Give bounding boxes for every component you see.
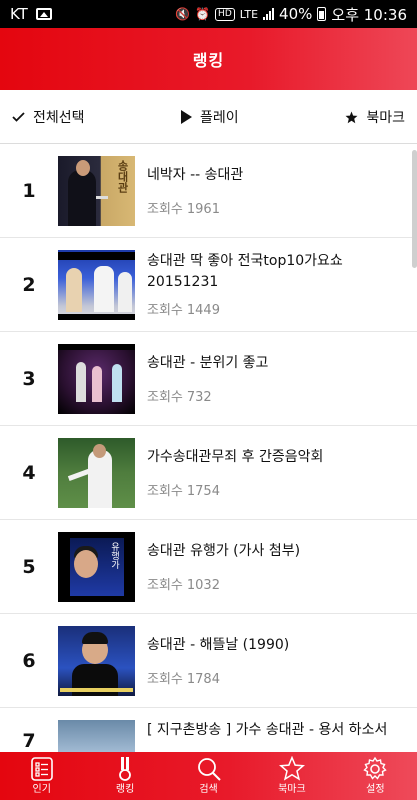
play-button[interactable]: 플레이 <box>180 107 239 127</box>
video-title: 송대관 - 분위기 좋고 <box>147 354 269 371</box>
list-item[interactable]: 7 [ 지구촌방송 ] 가수 송대관 - 용서 하소서 <box>0 708 417 752</box>
medal-icon <box>119 757 132 781</box>
battery-percent: 40% <box>279 5 313 23</box>
video-thumbnail <box>58 437 135 508</box>
rank-number: 3 <box>22 367 36 390</box>
battery-icon <box>317 7 327 21</box>
view-count: 조회수 1449 <box>147 303 220 318</box>
hd-voice-icon: HD <box>215 7 235 21</box>
rank-number: 7 <box>22 730 36 752</box>
nav-popular[interactable]: 인기 <box>0 752 83 800</box>
carrier-label: KT <box>10 5 28 23</box>
star-outline-icon <box>278 756 305 781</box>
rank-number: 4 <box>22 461 36 484</box>
nav-settings[interactable]: 설정 <box>334 752 417 800</box>
video-title: 송대관 - 해뜰날 (1990) <box>147 636 290 653</box>
video-thumbnail: 유행가 <box>58 531 135 602</box>
bottom-navigation: 인기 랭킹 검색 북마크 설정 <box>0 752 417 800</box>
nav-bookmark[interactable]: 북마크 <box>250 752 333 800</box>
nav-ranking-label: 랭킹 <box>115 784 135 795</box>
nav-settings-label: 설정 <box>366 784 385 795</box>
list-item[interactable]: 1 송대관 네박자 -- 송대관 조회수 1961 <box>0 144 417 238</box>
nav-popular-label: 인기 <box>32 784 51 795</box>
nav-search-label: 검색 <box>199 784 218 795</box>
select-all-label: 전체선택 <box>33 110 85 126</box>
signal-icon <box>263 8 275 20</box>
star-icon <box>345 111 358 123</box>
rank-number: 5 <box>22 555 36 578</box>
video-thumbnail: 송대관 <box>58 155 135 226</box>
video-title: 송대관 유행가 (가사 첨부) <box>147 542 301 559</box>
view-count: 조회수 1754 <box>147 483 220 499</box>
nav-ranking[interactable]: 랭킹 <box>83 752 166 800</box>
rank-number: 6 <box>22 649 36 672</box>
list-item[interactable]: 2 송대관 딱 좋아 전국top10가요쇼 20151231 조회수 1449 <box>0 238 417 332</box>
list-item[interactable]: 6 송대관 - 해뜰날 (1990) 조회수 1784 <box>0 614 417 708</box>
video-title: 송대관 딱 좋아 전국top10가요쇼 20151231 <box>147 253 343 290</box>
image-notification-icon <box>35 8 52 20</box>
list-icon <box>30 757 53 781</box>
play-icon <box>181 110 192 124</box>
search-icon <box>197 758 221 781</box>
video-title: [ 지구촌방송 ] 가수 송대관 - 용서 하소서 <box>147 722 388 738</box>
video-thumbnail <box>58 720 135 752</box>
select-all-button[interactable]: 전체선택 <box>12 107 85 127</box>
bookmark-label: 북마크 <box>366 110 405 126</box>
list-item[interactable]: 3 송대관 - 분위기 좋고 조회수 732 <box>0 332 417 426</box>
rank-number: 2 <box>22 273 36 296</box>
video-thumbnail <box>58 249 135 320</box>
checkmark-icon <box>12 112 25 122</box>
view-count: 조회수 1784 <box>147 671 220 687</box>
gear-icon <box>363 756 388 780</box>
video-thumbnail <box>58 625 135 696</box>
alarm-icon: ⏰ <box>195 7 211 21</box>
status-bar: KT 🔇 ⏰ HD LTE 40% 오후 10:36 <box>0 0 417 28</box>
network-type: LTE <box>239 7 259 21</box>
ranking-list: 1 송대관 네박자 -- 송대관 조회수 1961 2 송대관 딱 좋아 전국to… <box>0 144 417 752</box>
scrollbar[interactable] <box>412 150 417 268</box>
mute-icon: 🔇 <box>175 7 191 21</box>
app-header: 랭킹 <box>0 28 417 90</box>
list-item[interactable]: 5 유행가 송대관 유행가 (가사 첨부) 조회수 1032 <box>0 520 417 614</box>
nav-search[interactable]: 검색 <box>167 752 250 800</box>
play-label: 플레이 <box>200 110 239 126</box>
view-count: 조회수 1961 <box>147 201 220 217</box>
rank-number: 1 <box>22 179 36 202</box>
video-title: 네박자 -- 송대관 <box>147 166 244 183</box>
view-count: 조회수 1032 <box>147 577 220 593</box>
nav-bookmark-label: 북마크 <box>278 784 306 795</box>
view-count: 조회수 732 <box>147 389 212 405</box>
page-title: 랭킹 <box>192 51 225 70</box>
video-title: 가수송대관무죄 후 간증음악회 <box>147 448 324 465</box>
bookmark-button[interactable]: 북마크 <box>345 107 405 127</box>
clock: 오후 10:36 <box>331 5 407 24</box>
list-item[interactable]: 4 가수송대관무죄 후 간증음악회 조회수 1754 <box>0 426 417 520</box>
video-thumbnail <box>58 343 135 414</box>
list-toolbar: 전체선택 플레이 북마크 <box>0 90 417 144</box>
